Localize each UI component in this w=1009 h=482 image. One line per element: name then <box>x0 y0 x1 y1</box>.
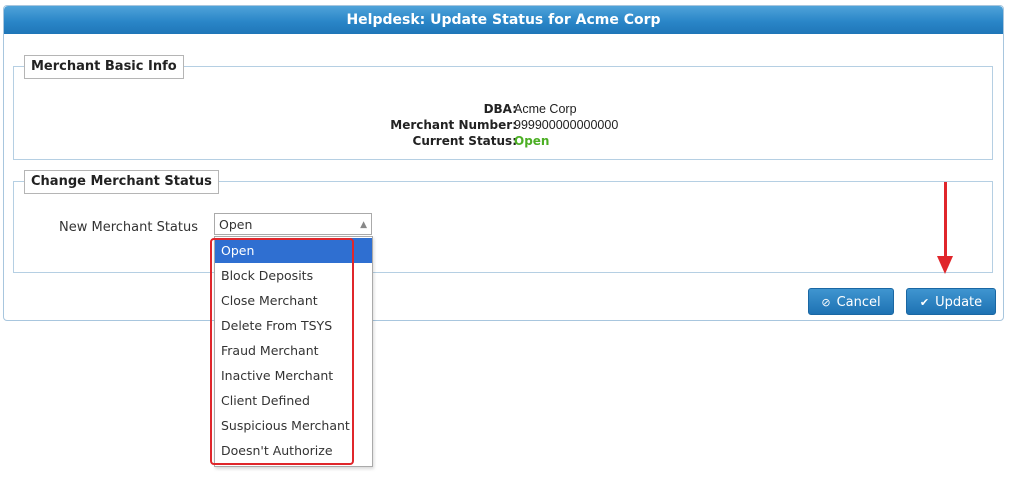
check-icon: ✔ <box>919 296 930 309</box>
merchant-number-value: 999900000000000 <box>514 118 619 132</box>
new-merchant-status-select[interactable]: Open ▲ <box>214 213 372 235</box>
annotation-arrow-head-icon <box>937 256 953 274</box>
update-status-dialog: Helpdesk: Update Status for Acme Corp Me… <box>3 5 1004 321</box>
update-button[interactable]: ✔ Update <box>906 288 996 315</box>
dba-label: DBA: <box>483 102 517 116</box>
triangle-up-icon: ▲ <box>360 220 367 230</box>
merchant-basic-info-section: Merchant Basic Info DBA: Acme Corp Merch… <box>13 55 993 160</box>
cancel-button-label: Cancel <box>836 295 881 310</box>
merchant-basic-info-legend: Merchant Basic Info <box>24 55 184 79</box>
ban-icon: ⊘ <box>821 296 831 309</box>
select-current-value: Open <box>219 217 253 232</box>
cancel-button[interactable]: ⊘ Cancel <box>808 288 894 315</box>
merchant-number-row: Merchant Number: 999900000000000 <box>14 118 992 134</box>
dba-row: DBA: Acme Corp <box>14 102 992 118</box>
current-status-label: Current Status: <box>412 134 517 148</box>
current-status-value: Open <box>514 134 550 148</box>
annotation-arrow-shaft <box>944 182 947 260</box>
dba-value: Acme Corp <box>514 102 577 116</box>
change-merchant-status-legend: Change Merchant Status <box>24 170 219 194</box>
dialog-title: Helpdesk: Update Status for Acme Corp <box>4 6 1003 34</box>
annotation-highlight-box <box>210 238 354 465</box>
current-status-row: Current Status: Open <box>14 134 992 150</box>
update-button-label: Update <box>935 295 983 310</box>
new-merchant-status-label: New Merchant Status <box>59 220 199 235</box>
merchant-number-label: Merchant Number: <box>390 118 517 132</box>
